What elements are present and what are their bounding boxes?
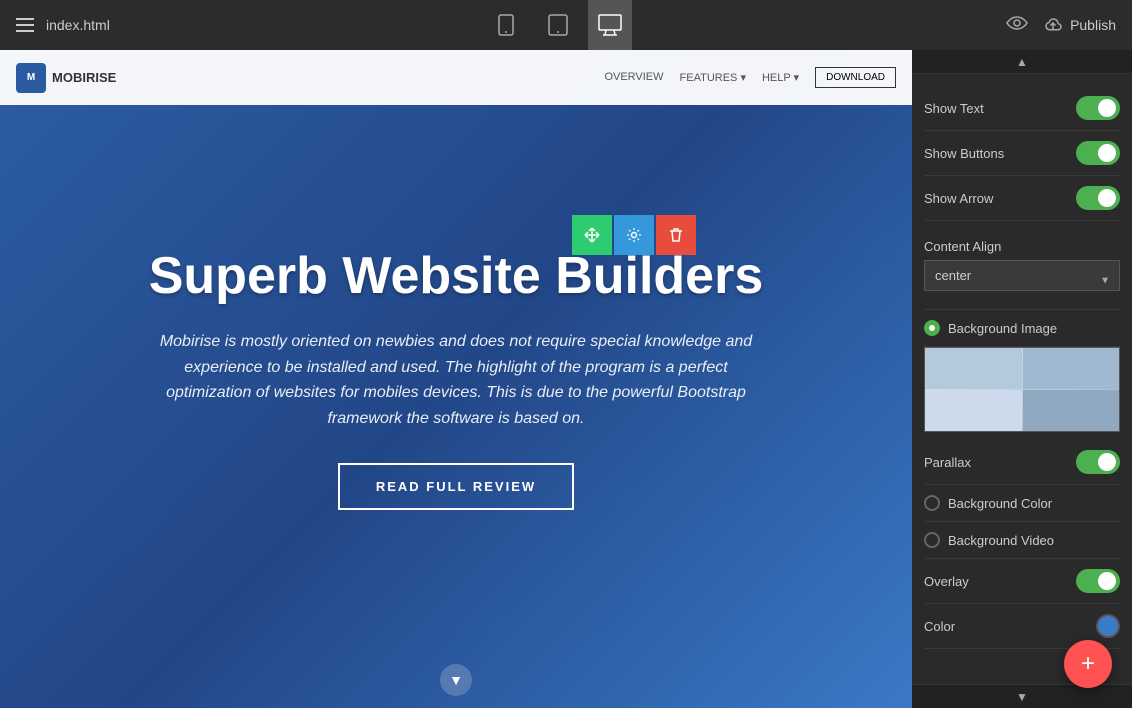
hamburger-line (16, 30, 34, 32)
hamburger-line (16, 24, 34, 26)
overlay-toggle[interactable] (1076, 569, 1120, 593)
bg-image-row: Background Image (924, 310, 1120, 347)
overlay-slider[interactable] (1076, 569, 1120, 593)
preview-cell-2 (1023, 348, 1120, 389)
bg-color-radio[interactable] (924, 495, 940, 511)
mobile-icon (497, 14, 515, 36)
color-label: Color (924, 619, 955, 634)
preview-cell-1 (925, 348, 1022, 389)
show-text-label: Show Text (924, 101, 984, 116)
move-icon (584, 227, 600, 243)
publish-button[interactable]: Publish (1044, 16, 1116, 34)
show-text-toggle[interactable] (1076, 96, 1120, 120)
publish-label: Publish (1070, 17, 1116, 33)
bg-video-radio[interactable] (924, 532, 940, 548)
show-arrow-label: Show Arrow (924, 191, 993, 206)
mobile-device-button[interactable] (484, 0, 528, 50)
bg-image-preview[interactable] (924, 347, 1120, 432)
overlay-row: Overlay (924, 559, 1120, 604)
content-align-label: Content Align (924, 229, 1120, 260)
color-swatch[interactable] (1096, 614, 1120, 638)
filename-label: index.html (46, 17, 110, 33)
header-left: index.html (16, 17, 110, 33)
show-arrow-toggle[interactable] (1076, 186, 1120, 210)
tablet-device-button[interactable] (536, 0, 580, 50)
tablet-icon (548, 14, 568, 36)
panel-scroll-down[interactable]: ▼ (912, 684, 1132, 708)
canvas-area: M MOBIRISE OVERVIEW FEATURES ▾ HELP ▾ DO… (0, 50, 912, 708)
hero-content: Superb Website Builders Mobirise is most… (0, 50, 912, 708)
eye-icon (1006, 15, 1028, 31)
bg-video-row: Background Video (924, 522, 1120, 559)
content-align-select[interactable]: left center right (924, 260, 1120, 291)
show-arrow-slider[interactable] (1076, 186, 1120, 210)
hero-heading: Superb Website Builders (149, 248, 764, 305)
scroll-arrow-down[interactable]: ▼ (440, 664, 472, 696)
desktop-device-button[interactable] (588, 0, 632, 50)
header-right: Publish (1006, 14, 1116, 37)
content-align-wrapper: left center right (924, 260, 1120, 301)
preview-cell-3 (925, 390, 1022, 431)
panel-scroll-up[interactable]: ▲ (912, 50, 1132, 74)
settings-panel: ▲ Show Text Show Buttons Show A (912, 50, 1132, 708)
bg-color-row: Background Color (924, 485, 1120, 522)
show-buttons-toggle[interactable] (1076, 141, 1120, 165)
cloud-icon (1044, 16, 1062, 34)
add-section-button[interactable]: + (1064, 640, 1112, 688)
show-buttons-slider[interactable] (1076, 141, 1120, 165)
settings-section-button[interactable] (614, 215, 654, 255)
content-align-section: Content Align left center right (924, 221, 1120, 310)
show-buttons-label: Show Buttons (924, 146, 1004, 161)
delete-section-button[interactable] (656, 215, 696, 255)
parallax-label: Parallax (924, 455, 971, 470)
parallax-slider[interactable] (1076, 450, 1120, 474)
bg-color-label: Background Color (948, 496, 1052, 511)
bg-image-radio[interactable] (924, 320, 940, 336)
canvas-action-buttons (572, 215, 696, 255)
parallax-row: Parallax (924, 440, 1120, 485)
cta-button[interactable]: READ FULL REVIEW (338, 463, 574, 510)
show-text-row: Show Text (924, 86, 1120, 131)
bg-image-preview-inner (925, 348, 1119, 431)
main-area: M MOBIRISE OVERVIEW FEATURES ▾ HELP ▾ DO… (0, 50, 1132, 708)
show-buttons-row: Show Buttons (924, 131, 1120, 176)
settings-icon (626, 227, 642, 243)
preview-cell-4 (1023, 390, 1120, 431)
hamburger-line (16, 18, 34, 20)
header: index.html (0, 0, 1132, 50)
device-switcher (484, 0, 632, 50)
menu-button[interactable] (16, 18, 34, 32)
overlay-label: Overlay (924, 574, 969, 589)
bg-image-label: Background Image (948, 321, 1057, 336)
move-section-button[interactable] (572, 215, 612, 255)
show-arrow-row: Show Arrow (924, 176, 1120, 221)
bg-video-label: Background Video (948, 533, 1054, 548)
parallax-toggle[interactable] (1076, 450, 1120, 474)
delete-icon (669, 227, 683, 243)
preview-button[interactable] (1006, 14, 1028, 37)
show-text-slider[interactable] (1076, 96, 1120, 120)
panel-content: Show Text Show Buttons Show Arrow (912, 74, 1132, 684)
hero-body-text: Mobirise is mostly oriented on newbies a… (156, 329, 756, 431)
desktop-icon (598, 14, 622, 36)
